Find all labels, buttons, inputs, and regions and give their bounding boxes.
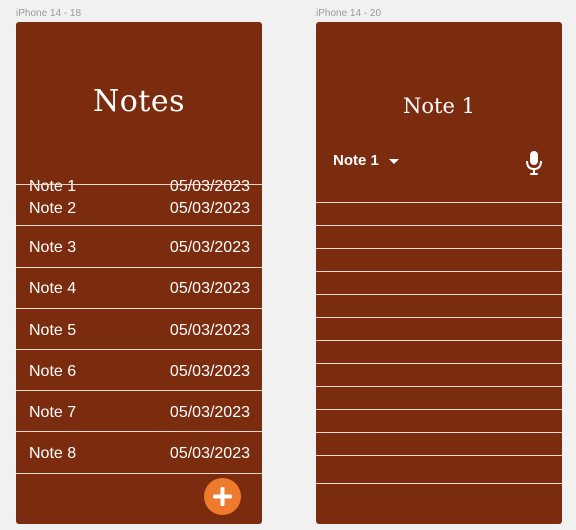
note-date: 05/03/2023 xyxy=(169,239,250,256)
note-list-item[interactable]: Note 2 05/03/2023 xyxy=(16,189,262,229)
note-name: Note 6 xyxy=(29,363,77,380)
ruled-line xyxy=(316,386,562,387)
note-list-item[interactable]: Note 4 05/03/2023 xyxy=(16,269,262,309)
caret-down-icon xyxy=(388,159,399,164)
divider xyxy=(16,225,262,226)
plus-icon xyxy=(213,487,232,506)
divider xyxy=(16,431,262,432)
divider xyxy=(16,184,262,185)
ruled-line xyxy=(316,409,562,410)
microphone-icon[interactable] xyxy=(524,150,544,176)
ruled-line xyxy=(316,317,562,318)
ruled-line xyxy=(316,363,562,364)
ruled-line xyxy=(316,294,562,295)
note-name: Note 2 xyxy=(29,200,77,217)
divider xyxy=(16,473,262,474)
note-name: Note 3 xyxy=(29,239,77,256)
note-selector-value: Note 1 xyxy=(333,152,379,169)
note-name: Note 4 xyxy=(29,280,77,297)
note-editor-screen: Note 1 Note 1 xyxy=(316,22,562,524)
note-title: Note 1 xyxy=(403,94,475,118)
divider xyxy=(16,267,262,268)
note-date: 05/03/2023 xyxy=(169,445,250,462)
ruled-line xyxy=(316,225,562,226)
divider xyxy=(16,349,262,350)
ruled-line xyxy=(316,340,562,341)
note-date: 05/03/2023 xyxy=(169,322,250,339)
note-list-item[interactable]: Note 3 05/03/2023 xyxy=(16,228,262,268)
ruled-line xyxy=(316,202,562,203)
note-date: 05/03/2023 xyxy=(169,200,250,217)
ruled-line xyxy=(316,455,562,456)
frame-label-editor: iPhone 14 - 20 xyxy=(316,8,382,19)
note-name: Note 5 xyxy=(29,322,77,339)
ruled-line xyxy=(316,483,562,484)
note-list-item[interactable]: Note 7 05/03/2023 xyxy=(16,393,262,433)
note-name: Note 7 xyxy=(29,404,77,421)
ruled-line xyxy=(316,432,562,433)
divider xyxy=(16,390,262,391)
note-name: Note 8 xyxy=(29,445,77,462)
notes-list-screen: Notes Note 1 05/03/2023 Note 2 05/03/202… xyxy=(16,22,262,524)
note-list-item[interactable]: Note 8 05/03/2023 xyxy=(16,434,262,474)
note-date: 05/03/2023 xyxy=(169,404,250,421)
note-list-item[interactable]: Note 6 05/03/2023 xyxy=(16,352,262,392)
divider xyxy=(16,308,262,309)
note-date: 05/03/2023 xyxy=(169,363,250,380)
ruled-line xyxy=(316,271,562,272)
note-list-item[interactable]: Note 5 05/03/2023 xyxy=(16,311,262,351)
add-note-button[interactable] xyxy=(204,478,241,515)
page-title: Notes xyxy=(92,84,186,119)
note-selector-dropdown[interactable]: Note 1 xyxy=(333,152,399,169)
frame-label-list: iPhone 14 - 18 xyxy=(16,8,82,19)
note-date: 05/03/2023 xyxy=(169,280,250,297)
ruled-line xyxy=(316,248,562,249)
